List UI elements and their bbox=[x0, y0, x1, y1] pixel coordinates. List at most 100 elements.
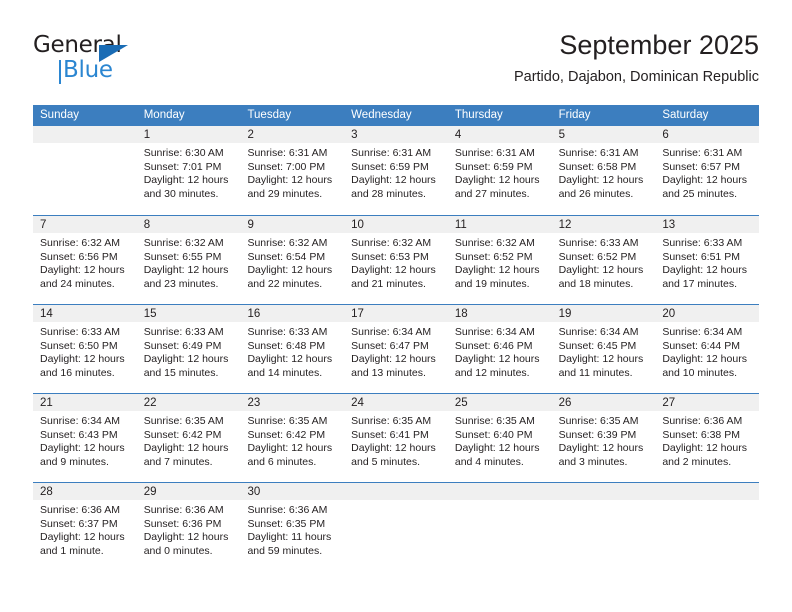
calendar-day-cell[interactable]: 3 Sunrise: 6:31 AM Sunset: 6:59 PM Daylight… bbox=[344, 126, 448, 215]
calendar-day-cell[interactable]: 26 Sunrise: 6:35 AM Sunset: 6:39 PM Dayligh… bbox=[551, 394, 656, 482]
day-detail-line: Daylight: 11 hours bbox=[247, 531, 332, 544]
day-detail-line: and 14 minutes. bbox=[247, 366, 323, 379]
weekday-header-tuesday: Tuesday bbox=[247, 109, 292, 121]
day-details: Sunrise: 6:32 AM Sunset: 6:55 PM Daylight:… bbox=[137, 233, 241, 291]
calendar-day-cell[interactable]: 13 Sunrise: 6:33 AM Sunset: 6:51 PM Dayligh… bbox=[655, 216, 760, 304]
day-detail-line: and 24 minutes. bbox=[40, 277, 115, 290]
calendar-day-cell[interactable]: 6 Sunrise: 6:31 AM Sunset: 6:57 PM Daylight… bbox=[655, 126, 760, 215]
calendar-week-row: 21 Sunrise: 6:34 AM Sunset: 6:43 PM Dayligh… bbox=[33, 393, 760, 482]
weekday-header-wednesday: Wednesday bbox=[351, 109, 412, 121]
calendar-day-cell[interactable]: 11 Sunrise: 6:32 AM Sunset: 6:52 PM Dayligh… bbox=[447, 216, 552, 304]
day-detail-line: Sunrise: 6:31 AM bbox=[351, 147, 432, 159]
day-number: 26 bbox=[551, 394, 656, 411]
day-detail-line: Sunrise: 6:34 AM bbox=[662, 326, 743, 338]
calendar-day-cell[interactable]: 15 Sunrise: 6:33 AM Sunset: 6:49 PM Dayligh… bbox=[136, 305, 241, 393]
day-details bbox=[655, 500, 759, 504]
calendar-day-cell[interactable]: 19 Sunrise: 6:34 AM Sunset: 6:45 PM Dayligh… bbox=[551, 305, 656, 393]
calendar-body: 1 Sunrise: 6:30 AM Sunset: 7:01 PM Daylight… bbox=[33, 126, 760, 571]
day-details: Sunrise: 6:34 AM Sunset: 6:44 PM Daylight:… bbox=[655, 322, 759, 380]
day-detail-line: Sunset: 6:39 PM bbox=[558, 428, 637, 441]
calendar-day-cell[interactable]: 2 Sunrise: 6:31 AM Sunset: 7:00 PM Daylight… bbox=[240, 126, 345, 215]
calendar-day-cell[interactable]: 1 Sunrise: 6:30 AM Sunset: 7:01 PM Daylight… bbox=[136, 126, 241, 215]
calendar-day-cell[interactable]: 5 Sunrise: 6:31 AM Sunset: 6:58 PM Daylight… bbox=[551, 126, 656, 215]
day-number: 23 bbox=[240, 394, 345, 411]
day-number: 17 bbox=[344, 305, 448, 322]
day-detail-line: Daylight: 12 hours bbox=[351, 442, 436, 455]
day-detail-line: Sunset: 6:57 PM bbox=[662, 160, 740, 173]
day-detail-line: and 21 minutes. bbox=[351, 277, 426, 290]
day-details: Sunrise: 6:33 AM Sunset: 6:51 PM Daylight:… bbox=[655, 233, 759, 291]
calendar-day-cell[interactable]: 22 Sunrise: 6:35 AM Sunset: 6:42 PM Dayligh… bbox=[136, 394, 241, 482]
day-details: Sunrise: 6:32 AM Sunset: 6:54 PM Daylight:… bbox=[240, 233, 344, 291]
day-detail-line: Sunrise: 6:33 AM bbox=[247, 326, 328, 338]
calendar-day-cell[interactable]: 7 Sunrise: 6:32 AM Sunset: 6:56 PM Daylight… bbox=[33, 216, 137, 304]
calendar-day-cell[interactable]: 21 Sunrise: 6:34 AM Sunset: 6:43 PM Dayligh… bbox=[33, 394, 137, 482]
day-number bbox=[447, 483, 552, 500]
calendar-grid: Sunday Monday Tuesday Wednesday Thursday Frid… bbox=[33, 105, 760, 571]
day-details: Sunrise: 6:30 AM Sunset: 7:01 PM Daylight:… bbox=[137, 143, 241, 201]
day-detail-line: and 59 minutes. bbox=[247, 544, 323, 557]
calendar-day-cell[interactable]: 9 Sunrise: 6:32 AM Sunset: 6:54 PM Daylight… bbox=[240, 216, 345, 304]
day-detail-line: and 13 minutes. bbox=[351, 366, 426, 379]
day-details bbox=[448, 500, 552, 504]
day-number: 6 bbox=[655, 126, 760, 143]
day-details: Sunrise: 6:35 AM Sunset: 6:42 PM Daylight:… bbox=[137, 411, 241, 469]
day-number: 8 bbox=[136, 216, 241, 233]
calendar-day-cell[interactable]: 30 Sunrise: 6:36 AM Sunset: 6:35 PM Dayligh… bbox=[240, 483, 345, 571]
calendar-day-cell[interactable]: 4 Sunrise: 6:31 AM Sunset: 6:59 PM Daylight… bbox=[447, 126, 552, 215]
day-detail-line: Sunset: 6:42 PM bbox=[247, 428, 326, 441]
day-detail-line: Sunrise: 6:34 AM bbox=[454, 326, 535, 338]
day-detail-line: Sunset: 6:44 PM bbox=[662, 339, 740, 352]
day-detail-line: Daylight: 12 hours bbox=[40, 353, 125, 366]
day-detail-line: Sunset: 6:38 PM bbox=[662, 428, 740, 441]
calendar-day-cell[interactable]: 12 Sunrise: 6:33 AM Sunset: 6:52 PM Dayligh… bbox=[551, 216, 656, 304]
calendar-day-cell[interactable]: 24 Sunrise: 6:35 AM Sunset: 6:41 PM Dayligh… bbox=[344, 394, 448, 482]
weekday-header-friday: Friday bbox=[558, 109, 591, 121]
calendar-day-cell[interactable]: 27 Sunrise: 6:36 AM Sunset: 6:38 PM Dayligh… bbox=[655, 394, 760, 482]
day-number: 14 bbox=[33, 305, 137, 322]
day-detail-line: Sunrise: 6:35 AM bbox=[143, 415, 224, 427]
page-header: General Blue September 2025 Partido, Daj… bbox=[33, 28, 759, 98]
day-detail-line: Sunset: 6:49 PM bbox=[143, 339, 222, 352]
calendar-day-cell[interactable]: 14 Sunrise: 6:33 AM Sunset: 6:50 PM Dayligh… bbox=[33, 305, 137, 393]
day-number: 29 bbox=[136, 483, 241, 500]
day-number: 16 bbox=[240, 305, 345, 322]
calendar-day-cell[interactable]: 16 Sunrise: 6:33 AM Sunset: 6:48 PM Dayligh… bbox=[240, 305, 345, 393]
calendar-day-cell[interactable]: 18 Sunrise: 6:34 AM Sunset: 6:46 PM Dayligh… bbox=[447, 305, 552, 393]
day-number: 12 bbox=[551, 216, 656, 233]
calendar-day-cell[interactable]: 10 Sunrise: 6:32 AM Sunset: 6:53 PM Dayligh… bbox=[344, 216, 448, 304]
day-number: 7 bbox=[33, 216, 137, 233]
day-detail-line: Daylight: 12 hours bbox=[558, 353, 644, 366]
day-detail-line: Sunrise: 6:32 AM bbox=[247, 237, 328, 249]
calendar-week-row: 1 Sunrise: 6:30 AM Sunset: 7:01 PM Daylight… bbox=[33, 126, 760, 215]
day-detail-line: Sunrise: 6:35 AM bbox=[454, 415, 535, 427]
day-detail-line: Sunrise: 6:33 AM bbox=[662, 237, 743, 249]
calendar-day-cell[interactable]: 20 Sunrise: 6:34 AM Sunset: 6:44 PM Dayligh… bbox=[655, 305, 760, 393]
day-detail-line: Daylight: 12 hours bbox=[143, 442, 229, 455]
calendar-day-cell[interactable]: 29 Sunrise: 6:36 AM Sunset: 6:36 PM Dayligh… bbox=[136, 483, 241, 571]
day-detail-line: Sunset: 6:59 PM bbox=[351, 160, 429, 173]
day-detail-line: and 1 minute. bbox=[40, 544, 104, 557]
day-detail-line: Sunrise: 6:31 AM bbox=[454, 147, 535, 159]
weekday-header-saturday: Saturday bbox=[662, 109, 709, 121]
day-number: 24 bbox=[344, 394, 448, 411]
day-detail-line: Sunrise: 6:34 AM bbox=[558, 326, 639, 338]
day-details: Sunrise: 6:32 AM Sunset: 6:52 PM Daylight:… bbox=[448, 233, 552, 291]
day-detail-line: Daylight: 12 hours bbox=[247, 174, 333, 187]
calendar-day-cell[interactable]: 23 Sunrise: 6:35 AM Sunset: 6:42 PM Dayligh… bbox=[240, 394, 345, 482]
calendar-day-cell[interactable]: 25 Sunrise: 6:35 AM Sunset: 6:40 PM Dayligh… bbox=[447, 394, 552, 482]
calendar-day-cell[interactable]: 8 Sunrise: 6:32 AM Sunset: 6:55 PM Daylight… bbox=[136, 216, 241, 304]
weekday-header-thursday: Thursday bbox=[454, 109, 503, 121]
day-detail-line: Daylight: 12 hours bbox=[351, 353, 436, 366]
day-details: Sunrise: 6:31 AM Sunset: 6:58 PM Daylight:… bbox=[552, 143, 656, 201]
day-number: 20 bbox=[655, 305, 760, 322]
day-detail-line: Sunset: 6:36 PM bbox=[143, 517, 222, 530]
calendar-cell-empty bbox=[447, 483, 552, 571]
day-detail-line: Sunset: 6:50 PM bbox=[40, 339, 118, 352]
brand-logo: General Blue bbox=[33, 32, 233, 88]
day-detail-line: Daylight: 12 hours bbox=[247, 264, 333, 277]
day-detail-line: Daylight: 12 hours bbox=[558, 264, 644, 277]
calendar-day-cell[interactable]: 28 Sunrise: 6:36 AM Sunset: 6:37 PM Dayligh… bbox=[33, 483, 137, 571]
calendar-day-cell[interactable]: 17 Sunrise: 6:34 AM Sunset: 6:47 PM Dayligh… bbox=[344, 305, 448, 393]
day-number: 28 bbox=[33, 483, 137, 500]
